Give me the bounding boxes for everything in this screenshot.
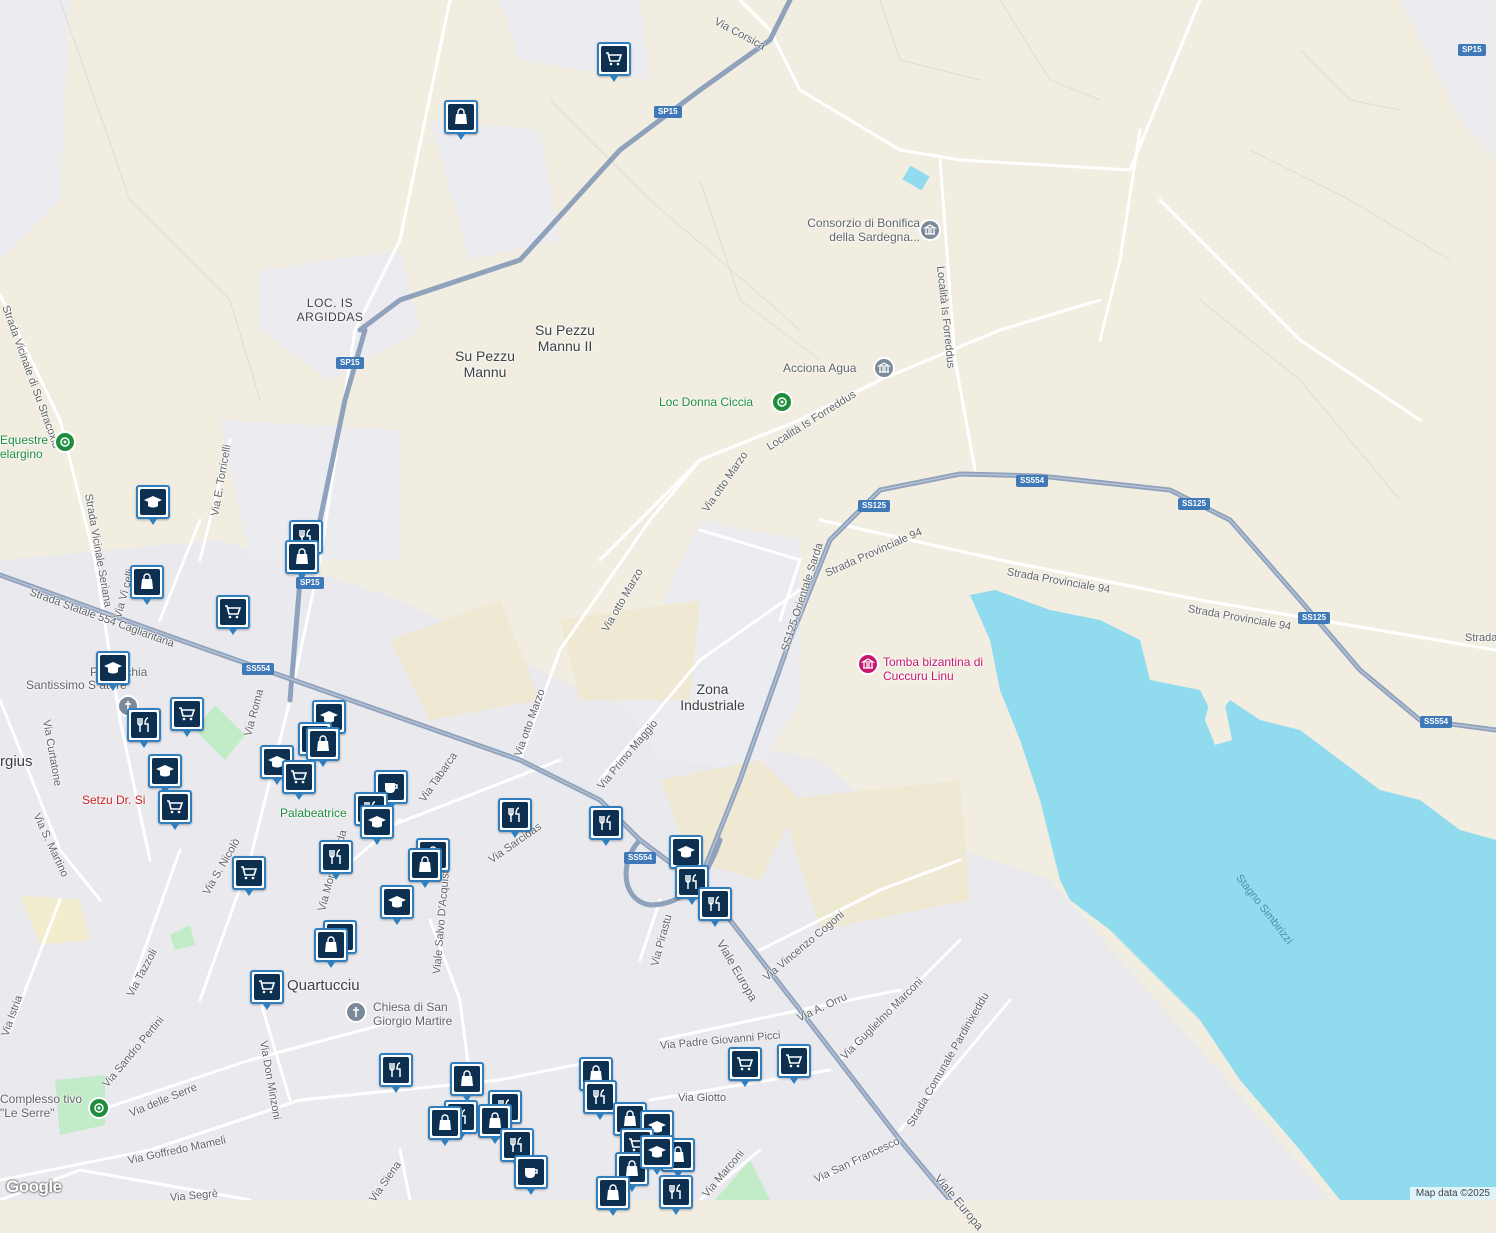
poi-label[interactable]: Complesso tivo "Le Serre": [0, 1092, 86, 1120]
school-icon[interactable]: [380, 885, 414, 925]
school-icon[interactable]: [640, 1135, 674, 1175]
poi-label[interactable]: Chiesa di San Giorgio Martire: [373, 1000, 473, 1028]
park-icon[interactable]: [88, 1097, 110, 1119]
locality-label: Su Pezzu Mannu: [455, 348, 515, 380]
cart-icon[interactable]: [232, 856, 266, 896]
shopping-bag-icon[interactable]: [306, 727, 340, 767]
shopping-bag-icon[interactable]: [130, 565, 164, 605]
school-icon[interactable]: [669, 835, 703, 875]
poi-label[interactable]: Loc Donna Ciccia: [659, 395, 753, 409]
street-label: Strada: [1465, 632, 1496, 644]
restaurant-icon[interactable]: [583, 1080, 617, 1120]
school-icon[interactable]: [136, 485, 170, 525]
cart-icon[interactable]: [728, 1047, 762, 1087]
locality-label: LOC. IS ARGIDDAS: [296, 296, 364, 324]
restaurant-icon[interactable]: [379, 1053, 413, 1093]
shopping-bag-icon[interactable]: [444, 100, 478, 140]
cart-icon[interactable]: [216, 595, 250, 635]
cafe-icon[interactable]: [514, 1155, 548, 1195]
shopping-bag-icon[interactable]: [596, 1176, 630, 1216]
town-label: Quartucciu: [287, 977, 360, 994]
restaurant-icon[interactable]: [698, 887, 732, 927]
restaurant-icon[interactable]: [127, 708, 161, 748]
park-icon[interactable]: [54, 431, 76, 453]
poi-label[interactable]: Consorzio di Bonifica della Sardegna...: [780, 216, 920, 244]
map-canvas[interactable]: SP15 SP15 SP15 SP15 SS125 SS125 SS125 SS…: [0, 0, 1496, 1233]
shopping-bag-icon[interactable]: [314, 928, 348, 968]
road-shield: SS554: [1016, 475, 1049, 487]
road-shield: SP15: [654, 106, 682, 118]
shopping-bag-icon[interactable]: [450, 1062, 484, 1102]
road-shield: SP15: [336, 357, 364, 369]
cart-icon[interactable]: [777, 1044, 811, 1084]
map-attribution[interactable]: Map data ©2025: [1409, 1187, 1496, 1200]
shopping-bag-icon[interactable]: [285, 540, 319, 580]
road-shield: SS125: [858, 500, 891, 512]
locality-label: Zona Industriale: [680, 681, 745, 713]
locality-label: Su Pezzu Mannu II: [535, 322, 595, 354]
museum-icon[interactable]: [919, 219, 941, 241]
road-shield: SS554: [1420, 716, 1453, 728]
cart-icon[interactable]: [250, 970, 284, 1010]
cart-icon[interactable]: [158, 790, 192, 830]
road-shield: SS125: [1178, 498, 1211, 510]
museum-icon[interactable]: [857, 653, 879, 675]
poi-label[interactable]: Tomba bizantina di Cuccuru Linu: [883, 655, 993, 683]
restaurant-icon[interactable]: [319, 840, 353, 880]
restaurant-icon[interactable]: [589, 806, 623, 846]
school-icon[interactable]: [148, 754, 182, 794]
road-shield: SS554: [242, 663, 275, 675]
cart-icon[interactable]: [282, 760, 316, 800]
shopping-bag-icon[interactable]: [408, 848, 442, 888]
town-label: rgius: [0, 753, 33, 770]
google-logo: Google: [6, 1177, 62, 1196]
road-shield: SS125: [1298, 612, 1331, 624]
road-shield: SS554: [624, 852, 657, 864]
restaurant-icon[interactable]: [659, 1175, 693, 1215]
cart-icon[interactable]: [597, 42, 631, 82]
shopping-bag-icon[interactable]: [428, 1106, 462, 1146]
poi-label[interactable]: Equestre elargino: [0, 433, 56, 461]
school-icon[interactable]: [360, 805, 394, 845]
poi-label[interactable]: Setzu Dr. Si: [82, 793, 145, 807]
road-shield: SP15: [1458, 44, 1486, 56]
poi-label[interactable]: Palabeatrice: [280, 806, 347, 820]
school-icon[interactable]: [96, 651, 130, 691]
church-icon[interactable]: [345, 1001, 367, 1023]
park-icon[interactable]: [771, 391, 793, 413]
poi-label[interactable]: Acciona Agua: [783, 361, 856, 375]
museum-icon[interactable]: [873, 357, 895, 379]
street-label: Via Giotto: [678, 1092, 727, 1104]
restaurant-icon[interactable]: [498, 798, 532, 838]
cart-icon[interactable]: [170, 697, 204, 737]
